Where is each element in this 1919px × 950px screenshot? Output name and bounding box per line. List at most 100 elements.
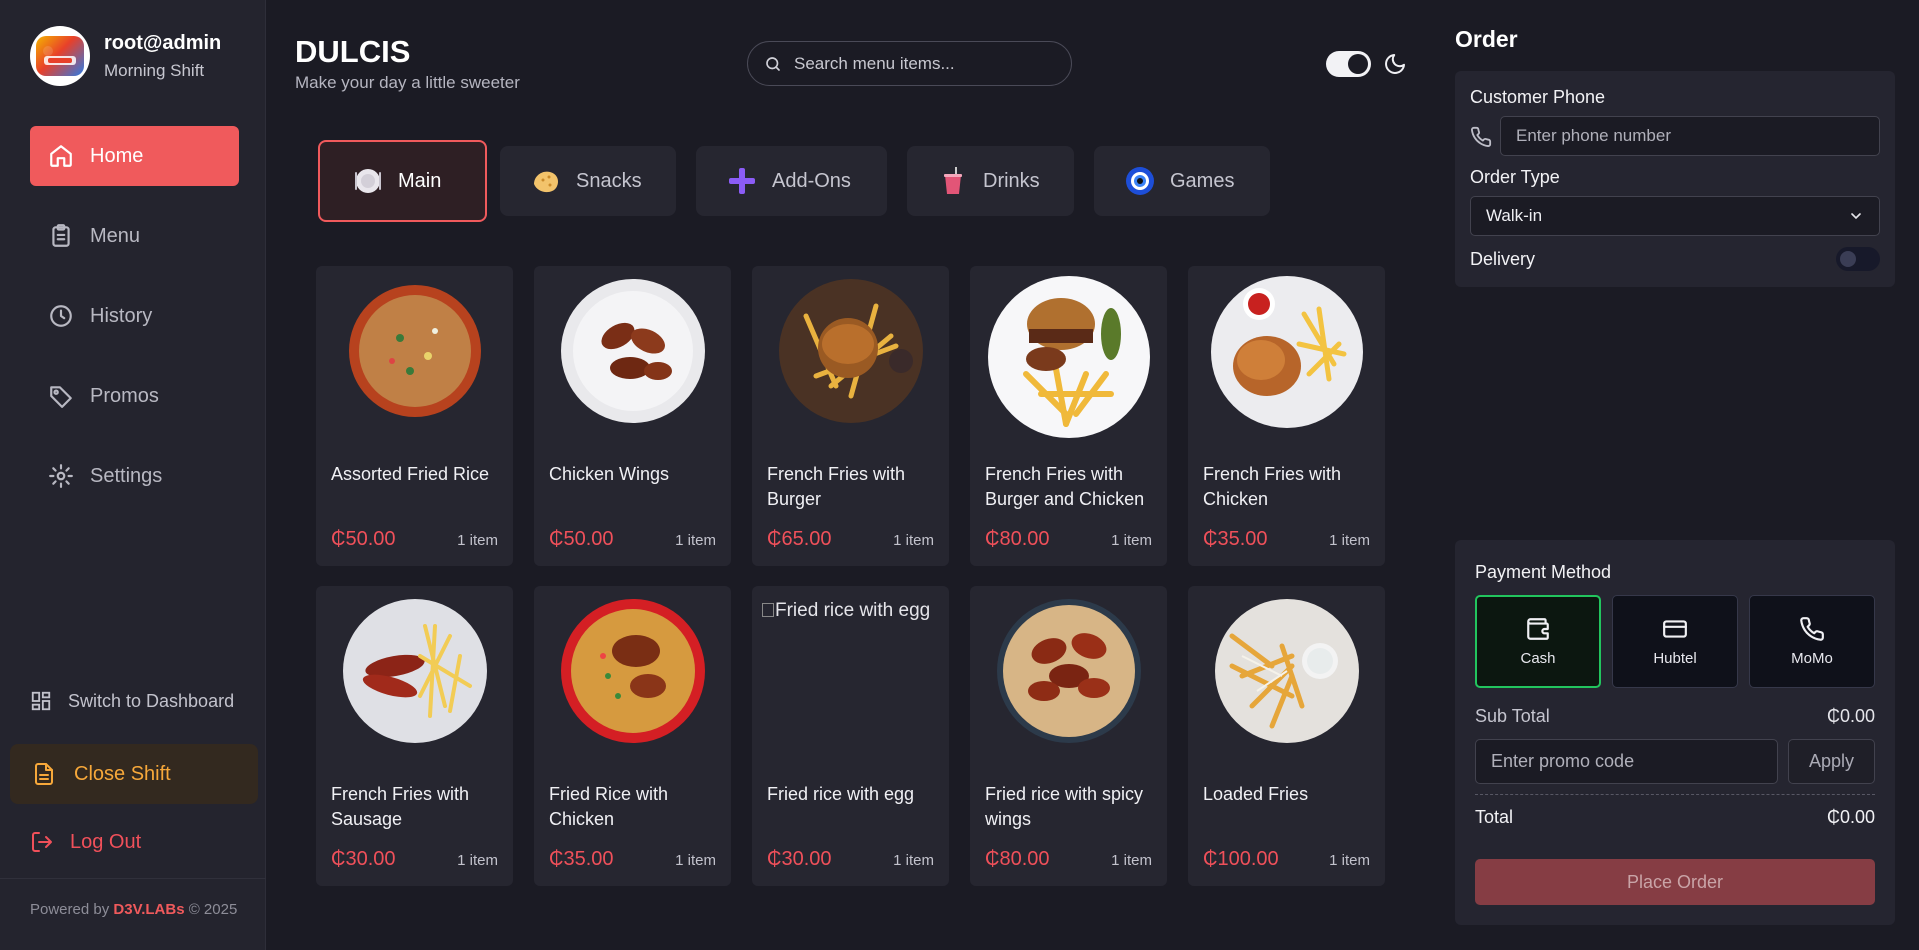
product-card[interactable]: French Fries with Sausage ₵30.00 1 item bbox=[316, 586, 513, 886]
place-order-button[interactable]: Place Order bbox=[1475, 859, 1875, 905]
sidebar-item-label: Settings bbox=[90, 464, 163, 487]
tab-games[interactable]: Games bbox=[1094, 146, 1270, 216]
product-card[interactable]: Fried Rice with Chicken ₵35.00 1 item bbox=[534, 586, 731, 886]
payment-label: Hubtel bbox=[1653, 650, 1697, 667]
tab-label: Main bbox=[398, 169, 442, 192]
product-qty: 1 item bbox=[1111, 532, 1152, 549]
product-card[interactable]: Fried rice with egg Fried rice with egg … bbox=[752, 586, 949, 886]
close-shift-button[interactable]: Close Shift bbox=[10, 744, 258, 804]
home-icon bbox=[50, 145, 72, 167]
payment-label: MoMo bbox=[1791, 650, 1833, 667]
product-price: ₵100.00 bbox=[1203, 848, 1279, 870]
product-qty: 1 item bbox=[457, 532, 498, 549]
toggle-knob bbox=[1348, 54, 1368, 74]
tab-add-ons[interactable]: Add-Ons bbox=[696, 146, 887, 216]
product-card[interactable]: Fried rice with spicy wings ₵80.00 1 ite… bbox=[970, 586, 1167, 886]
subtotal-label: Sub Total bbox=[1475, 706, 1550, 726]
product-price: ₵50.00 bbox=[331, 528, 396, 550]
page-subtitle: Make your day a little sweeter bbox=[295, 73, 520, 92]
product-card[interactable]: French Fries with Burger and Chicken ₵80… bbox=[970, 266, 1167, 566]
product-price: ₵35.00 bbox=[549, 848, 614, 870]
sidebar-item-menu[interactable]: Menu bbox=[30, 206, 239, 266]
product-card[interactable]: Loaded Fries ₵100.00 1 item bbox=[1188, 586, 1385, 886]
theme-toggle[interactable] bbox=[1326, 51, 1371, 77]
switch-dashboard-link[interactable]: Switch to Dashboard bbox=[30, 690, 234, 712]
product-qty: 1 item bbox=[1329, 852, 1370, 869]
product-card[interactable]: Assorted Fried Rice ₵50.00 1 item bbox=[316, 266, 513, 566]
search-bar[interactable] bbox=[747, 41, 1072, 86]
plate-icon bbox=[352, 165, 384, 197]
order-type-label: Order Type bbox=[1470, 167, 1560, 187]
payment-momo-button[interactable]: MoMo bbox=[1749, 595, 1875, 688]
sidebar-item-history[interactable]: History bbox=[30, 286, 239, 346]
product-card[interactable]: French Fries with Chicken ₵35.00 1 item bbox=[1188, 266, 1385, 566]
sidebar: root@admin Morning Shift Home Menu Histo… bbox=[0, 0, 266, 950]
rice-chicken-image bbox=[560, 599, 705, 743]
clock-icon bbox=[50, 305, 72, 327]
sidebar-item-label: Home bbox=[90, 144, 144, 167]
payment-hubtel-button[interactable]: Hubtel bbox=[1612, 595, 1738, 688]
phone-input[interactable] bbox=[1500, 116, 1880, 156]
product-card[interactable]: French Fries with Burger ₵65.00 1 item bbox=[752, 266, 949, 566]
sidebar-item-home[interactable]: Home bbox=[30, 126, 239, 186]
fries-burger-chicken-image bbox=[987, 276, 1150, 438]
delivery-toggle[interactable] bbox=[1836, 247, 1880, 271]
payment-label: Cash bbox=[1520, 650, 1556, 667]
phone-label: Customer Phone bbox=[1470, 87, 1606, 107]
tab-snacks[interactable]: Snacks bbox=[500, 146, 676, 216]
tab-drinks[interactable]: Drinks bbox=[907, 146, 1074, 216]
total-value: ₵0.00 bbox=[1826, 807, 1875, 827]
product-name: French Fries with Chicken bbox=[1203, 464, 1342, 509]
divider bbox=[0, 878, 266, 879]
loaded-fries-image bbox=[1214, 599, 1359, 743]
phone-icon bbox=[1471, 126, 1492, 147]
plus-icon bbox=[726, 165, 758, 197]
product-name: French Fries with Sausage bbox=[331, 784, 470, 829]
payment-title: Payment Method bbox=[1475, 562, 1612, 582]
product-name: Fried Rice with Chicken bbox=[549, 784, 669, 829]
product-price: ₵30.00 bbox=[331, 848, 396, 870]
close-shift-label: Close Shift bbox=[74, 762, 171, 785]
wallet-icon bbox=[1527, 618, 1549, 640]
powered-prefix: Powered by bbox=[30, 901, 110, 918]
profile-name: root@admin bbox=[104, 31, 222, 54]
product-price: ₵65.00 bbox=[767, 528, 832, 550]
order-type-select[interactable]: Walk-in bbox=[1470, 196, 1880, 236]
divider bbox=[1475, 794, 1875, 795]
product-name: Assorted Fried Rice bbox=[331, 464, 490, 484]
payment-cash-button[interactable]: Cash bbox=[1475, 595, 1601, 688]
product-price: ₵50.00 bbox=[549, 528, 614, 550]
logout-icon bbox=[32, 832, 52, 852]
tab-main[interactable]: Main bbox=[318, 140, 487, 222]
card-icon bbox=[1663, 620, 1687, 638]
promo-code-input[interactable] bbox=[1475, 739, 1778, 784]
fries-burger-image bbox=[778, 279, 923, 423]
powered-by: Powered by D3V.LABs © 2025 bbox=[30, 901, 237, 918]
profile: root@admin Morning Shift bbox=[30, 26, 221, 86]
sidebar-item-promos[interactable]: Promos bbox=[30, 366, 239, 426]
phone-icon bbox=[1800, 617, 1824, 641]
fried-rice-image bbox=[348, 285, 481, 417]
delivery-label: Delivery bbox=[1470, 249, 1536, 269]
product-card[interactable]: Chicken Wings ₵50.00 1 item bbox=[534, 266, 731, 566]
chicken-wings-image bbox=[560, 279, 705, 423]
tab-label: Games bbox=[1170, 169, 1235, 192]
sidebar-item-settings[interactable]: Settings bbox=[30, 446, 239, 506]
product-qty: 1 item bbox=[675, 852, 716, 869]
tab-label: Drinks bbox=[983, 169, 1040, 192]
apply-promo-button[interactable]: Apply bbox=[1788, 739, 1875, 784]
sidebar-item-label: Promos bbox=[90, 384, 159, 407]
product-price: ₵80.00 bbox=[985, 528, 1050, 550]
product-qty: 1 item bbox=[1111, 852, 1152, 869]
product-name: Chicken Wings bbox=[549, 464, 670, 484]
product-qty: 1 item bbox=[675, 532, 716, 549]
rice-spicy-wings-image bbox=[996, 599, 1141, 743]
search-icon bbox=[766, 56, 780, 71]
tab-label: Snacks bbox=[576, 169, 642, 192]
order-type-value: Walk-in bbox=[1486, 206, 1543, 225]
search-input[interactable] bbox=[794, 53, 1054, 74]
broken-image: Fried rice with egg bbox=[762, 596, 939, 626]
powered-suffix: © 2025 bbox=[188, 901, 238, 918]
switch-dashboard-label: Switch to Dashboard bbox=[68, 690, 235, 711]
logout-button[interactable]: Log Out bbox=[30, 830, 141, 854]
